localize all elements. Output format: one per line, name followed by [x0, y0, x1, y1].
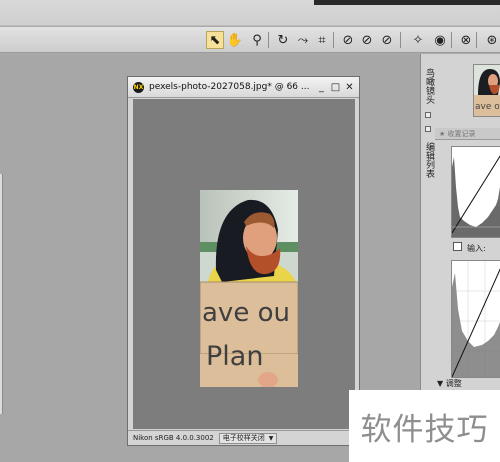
birds-eye-thumbnail[interactable]: ave ou [473, 64, 500, 117]
app-logo-icon: NX [133, 81, 144, 93]
input-label: 输入: [467, 244, 486, 253]
extra-tool-icon[interactable]: ⊛ [483, 31, 500, 49]
toolbar-separator [333, 32, 334, 48]
document-title: pexels-photo-2027058.jpg* @ 66 ... [149, 82, 310, 92]
straighten-icon[interactable]: ⤳ [294, 31, 312, 49]
softproof-dropdown[interactable]: 电子校样关闭 ▼ [218, 432, 278, 444]
auto-retouch-icon[interactable]: ✧ [409, 31, 427, 49]
document-status-bar: Nikon sRGB 4.0.0.3002 电子校样关闭 ▼ [128, 430, 359, 445]
document-window[interactable]: NX pexels-photo-2027058.jpg* @ 66 ... _ … [127, 76, 360, 446]
softproof-value: 电子校样关闭 [222, 434, 265, 442]
watermark: 软件技巧 [349, 390, 500, 462]
chevron-down-icon: ▼ [268, 434, 274, 442]
photo-artwork: ave ou Plan [200, 190, 298, 387]
photo-image[interactable]: ave ou Plan [200, 190, 298, 387]
sign-text-line2: Plan [206, 341, 263, 372]
sign-text-line1: ave ou [202, 298, 290, 328]
top-dark-bar [314, 0, 500, 5]
tool-toolbar: ⬉ ✋ ⚲ ↻ ⤳ ⌗ ⊘ ⊘ ⊘ ✧ ◉ ⊗ ⊛ [0, 27, 500, 53]
adjust-label: ▼ 调整 [437, 379, 462, 388]
adjust-section-toggle[interactable]: ▼ 调整 [437, 378, 462, 389]
direct-select-arrow-icon[interactable]: ⬉ [206, 31, 224, 49]
panel-collapse-icon[interactable] [425, 126, 431, 132]
rotate-icon[interactable]: ↻ [274, 31, 292, 49]
levels-histogram[interactable] [451, 146, 500, 238]
histogram-curve [452, 155, 500, 237]
tone-curve-histogram[interactable] [451, 260, 500, 378]
tab-birds-eye[interactable]: 鸟瞰镜头 [422, 64, 434, 108]
crop-icon[interactable]: ⌗ [313, 31, 331, 49]
image-canvas[interactable]: ave ou Plan [133, 99, 355, 429]
control-point-icon[interactable]: ⊘ [339, 31, 357, 49]
red-eye-icon[interactable]: ⊘ [378, 31, 396, 49]
toolbar-separator [400, 32, 401, 48]
tab-edit-list[interactable]: 编辑列表 [422, 138, 434, 182]
toolbar-separator [268, 32, 269, 48]
toolbar-separator [476, 32, 477, 48]
color-profile-label: Nikon sRGB 4.0.0.3002 [133, 434, 214, 442]
panel-toggle-icon[interactable] [425, 112, 431, 118]
zoom-tool-icon[interactable]: ⚲ [248, 31, 266, 49]
panel-header: ★ 收置记录 [435, 128, 500, 140]
tone-curve [452, 261, 500, 377]
link-icon[interactable]: ⊗ [457, 31, 475, 49]
watermark-text: 软件技巧 [360, 411, 489, 448]
left-panel-edge[interactable] [0, 174, 3, 414]
thumbnail-sign-text: ave ou [475, 102, 500, 112]
document-title-bar[interactable]: NX pexels-photo-2027058.jpg* @ 66 ... _ … [128, 77, 359, 98]
top-strip [0, 0, 500, 26]
hand-tool-icon[interactable]: ✋ [226, 31, 244, 49]
toolbar-separator [451, 32, 452, 48]
eye-preview-icon[interactable]: ◉ [431, 31, 449, 49]
close-button[interactable]: ✕ [344, 81, 355, 93]
color-control-point-icon[interactable]: ⊘ [358, 31, 376, 49]
thumbnail-artwork: ave ou [474, 65, 500, 116]
panel-header-label: ★ 收置记录 [439, 129, 476, 138]
eyedropper-icon[interactable] [453, 242, 462, 251]
maximize-button[interactable]: □ [330, 81, 341, 93]
minimize-button[interactable]: _ [316, 81, 327, 93]
